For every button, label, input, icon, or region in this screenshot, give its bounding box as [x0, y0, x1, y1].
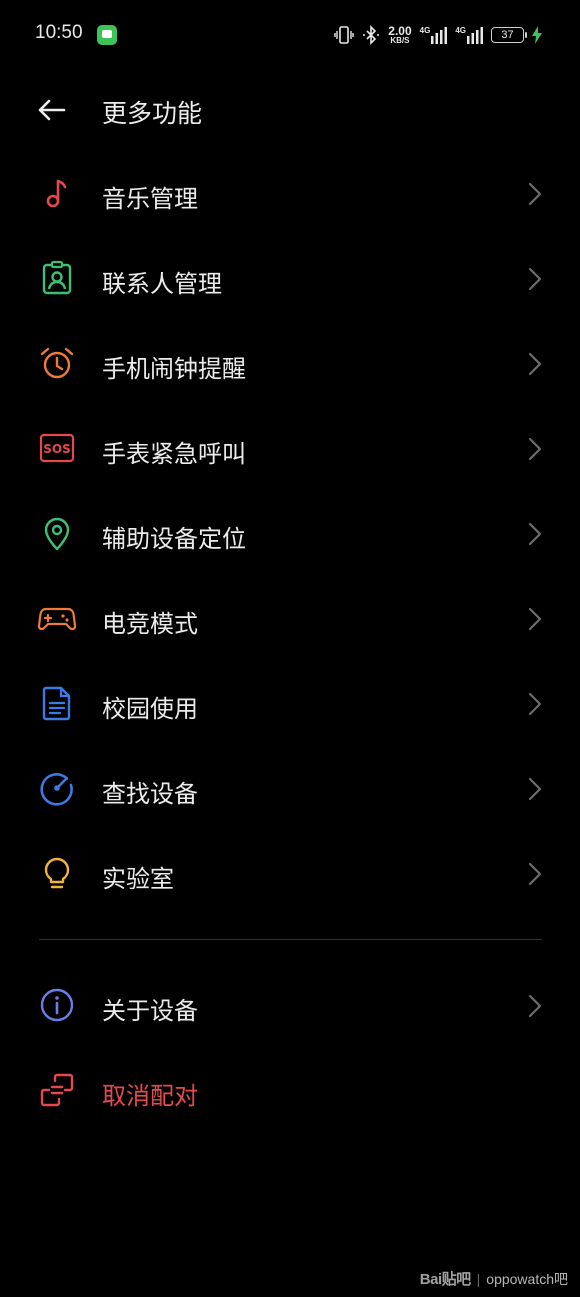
menu-item-campus[interactable]: 校园使用 [0, 661, 580, 746]
net-type-1: 4G [419, 26, 431, 35]
menu-label: 校园使用 [102, 695, 198, 723]
menu-item-lab[interactable]: 实验室 [0, 831, 580, 916]
menu-label: 辅助设备定位 [102, 525, 246, 553]
signal-bars-icon [467, 27, 483, 44]
chevron-right-icon [528, 777, 542, 801]
menu-label: 实验室 [102, 865, 174, 893]
menu-item-unpair[interactable]: 取消配对 [0, 1048, 580, 1133]
chevron-right-icon [528, 352, 542, 376]
battery-indicator: 37 [491, 27, 527, 43]
speed-unit: KB/S [390, 36, 410, 45]
gamepad-icon [37, 607, 77, 631]
status-icons: 2.00 KB/S 4G 4G 37 [334, 22, 542, 48]
bluetooth-icon [363, 25, 380, 45]
menu-label: 联系人管理 [102, 270, 222, 298]
menu-label: 关于设备 [102, 997, 198, 1025]
alarm-clock-icon [40, 347, 74, 379]
chevron-right-icon [528, 994, 542, 1018]
document-icon [42, 686, 71, 721]
chevron-right-icon [528, 267, 542, 291]
find-device-icon [40, 773, 73, 806]
vibrate-icon [334, 26, 354, 44]
menu-label: 查找设备 [102, 780, 198, 808]
status-bar: 10:50 2.00 KB/S 4G 4G 37 [0, 0, 580, 70]
menu-item-contacts[interactable]: 联系人管理 [0, 236, 580, 321]
chevron-right-icon [528, 182, 542, 206]
chevron-right-icon [528, 692, 542, 716]
net-type-2: 4G [455, 26, 466, 35]
menu-label: 手表紧急呼叫 [102, 440, 246, 468]
music-note-icon [46, 179, 67, 208]
page-title: 更多功能 [102, 99, 203, 128]
status-time: 10:50 [35, 22, 83, 43]
info-icon [40, 988, 74, 1022]
location-pin-icon [44, 517, 70, 551]
chevron-right-icon [528, 437, 542, 461]
watermark-separator: | [476, 1270, 481, 1287]
back-arrow-icon[interactable] [34, 92, 70, 128]
chevron-right-icon [528, 607, 542, 631]
menu-label: 电竞模式 [102, 610, 198, 638]
network-speed: 2.00 KB/S [388, 25, 411, 45]
menu-item-device-location[interactable]: 辅助设备定位 [0, 491, 580, 576]
battery-level: 37 [501, 29, 514, 41]
charging-bolt-icon [532, 26, 542, 44]
menu-label: 音乐管理 [102, 185, 198, 213]
chevron-right-icon [528, 862, 542, 886]
menu-item-find-device[interactable]: 查找设备 [0, 746, 580, 831]
contact-badge-icon [42, 260, 72, 295]
chevron-right-icon [528, 522, 542, 546]
signal-sim2: 4G [455, 26, 483, 44]
watermark-text: oppowatch吧 [486, 1270, 568, 1287]
svg-text:SOS: SOS [43, 442, 71, 456]
section-divider [39, 939, 542, 940]
menu-item-esports[interactable]: 电竞模式 [0, 576, 580, 661]
baidu-tieba-logo: Bai贴吧 [419, 1271, 471, 1288]
message-app-icon [97, 25, 117, 45]
signal-bars-icon [431, 27, 448, 44]
signal-sim1: 4G [420, 26, 448, 44]
watermark: Bai贴吧 | oppowatch吧 [420, 1268, 568, 1289]
header: 更多功能 [0, 84, 580, 136]
unpair-icon [40, 1073, 74, 1107]
menu-item-about-device[interactable]: 关于设备 [0, 963, 580, 1048]
menu-item-music[interactable]: 音乐管理 [0, 151, 580, 236]
menu-item-alarm[interactable]: 手机闹钟提醒 [0, 321, 580, 406]
lightbulb-icon [44, 857, 70, 889]
menu-label: 手机闹钟提醒 [102, 355, 246, 383]
menu-label: 取消配对 [102, 1082, 198, 1110]
sos-icon: SOS [39, 433, 75, 463]
menu-item-sos[interactable]: SOS 手表紧急呼叫 [0, 406, 580, 491]
